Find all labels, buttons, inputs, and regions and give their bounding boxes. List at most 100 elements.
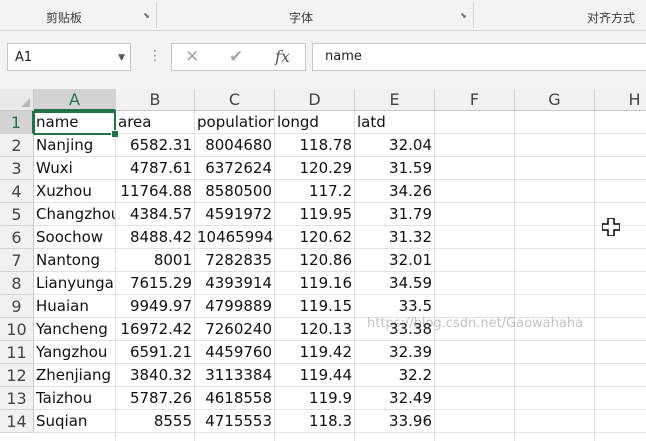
cell-b11[interactable]: 6591.21 [116,341,194,363]
cell-e3[interactable]: 31.59 [355,157,434,179]
cell-b3[interactable]: 4787.61 [116,157,194,179]
cell-d13[interactable]: 119.9 [275,387,354,409]
cell-a9[interactable]: Huaian [34,295,115,317]
cell-d11[interactable]: 119.42 [275,341,354,363]
row-header-5[interactable]: 5 [0,203,34,226]
cell-e5[interactable]: 31.79 [355,203,434,225]
select-all-button[interactable] [0,89,34,111]
dialog-launcher-icon[interactable]: ⬊ [142,11,151,20]
cell-c4[interactable]: 8580500 [195,180,274,202]
formula-input[interactable]: name [312,43,646,71]
cell-a11[interactable]: Yangzhou [34,341,115,363]
fill-handle[interactable] [111,130,119,138]
cell-b10[interactable]: 16972.42 [116,318,194,340]
column-header-d[interactable]: D [275,89,355,111]
column-header-b[interactable]: B [116,89,195,111]
spreadsheet-grid[interactable]: A B C D E F G H 1 2 3 4 5 6 7 8 9 10 11 12 13 14 name area popul… [0,89,646,441]
cell-c6[interactable]: 10465994 [195,226,274,248]
cell-d1[interactable]: longd [275,111,354,133]
cell-e11[interactable]: 32.39 [355,341,434,363]
row-header-14[interactable]: 14 [0,410,34,433]
cell-c14[interactable]: 4715553 [195,410,274,432]
cell-a13[interactable]: Taizhou [34,387,115,409]
cell-c8[interactable]: 4393914 [195,272,274,294]
cell-b5[interactable]: 4384.57 [116,203,194,225]
cell-a3[interactable]: Wuxi [34,157,115,179]
dialog-launcher-icon[interactable]: ⬊ [459,11,468,20]
cell-e2[interactable]: 32.04 [355,134,434,156]
row-header-11[interactable]: 11 [0,341,34,364]
cell-a7[interactable]: Nantong [34,249,115,271]
cell-a10[interactable]: Yancheng [34,318,115,340]
column-header-g[interactable]: G [515,89,595,111]
row-header-10[interactable]: 10 [0,318,34,341]
row-header-9[interactable]: 9 [0,295,34,318]
column-header-a[interactable]: A [34,89,116,111]
cell-b13[interactable]: 5787.26 [116,387,194,409]
cell-d6[interactable]: 120.62 [275,226,354,248]
cell-e7[interactable]: 32.01 [355,249,434,271]
cell-b7[interactable]: 8001 [116,249,194,271]
cell-c13[interactable]: 4618558 [195,387,274,409]
cell-a12[interactable]: Zhenjiang [34,364,115,386]
cell-c5[interactable]: 4591972 [195,203,274,225]
cell-c7[interactable]: 7282835 [195,249,274,271]
row-header-2[interactable]: 2 [0,134,34,157]
cell-c11[interactable]: 4459760 [195,341,274,363]
cell-c12[interactable]: 3113384 [195,364,274,386]
cell-d14[interactable]: 118.3 [275,410,354,432]
cell-d8[interactable]: 119.16 [275,272,354,294]
cell-d5[interactable]: 119.95 [275,203,354,225]
cell-d7[interactable]: 120.86 [275,249,354,271]
chevron-down-icon[interactable]: ▼ [118,53,125,63]
cell-b14[interactable]: 8555 [116,410,194,432]
row-header-4[interactable]: 4 [0,180,34,203]
row-header-13[interactable]: 13 [0,387,34,410]
insert-function-button[interactable]: fx [275,47,290,66]
cell-b9[interactable]: 9949.97 [116,295,194,317]
cell-e12[interactable]: 32.2 [355,364,434,386]
cell-c9[interactable]: 4799889 [195,295,274,317]
cell-b2[interactable]: 6582.31 [116,134,194,156]
resize-handle-icon[interactable]: ⋮ [148,49,162,63]
cell-e1[interactable]: latd [355,111,434,133]
cell-d2[interactable]: 118.78 [275,134,354,156]
cell-d4[interactable]: 117.2 [275,180,354,202]
cell-e13[interactable]: 32.49 [355,387,434,409]
cell-e4[interactable]: 34.26 [355,180,434,202]
row-header-1[interactable]: 1 [0,111,34,134]
cell-a4[interactable]: Xuzhou [34,180,115,202]
row-header-8[interactable]: 8 [0,272,34,295]
cell-a5[interactable]: Changzhou [34,203,115,225]
cell-d12[interactable]: 119.44 [275,364,354,386]
column-header-e[interactable]: E [355,89,435,111]
row-header-3[interactable]: 3 [0,157,34,180]
column-header-c[interactable]: C [195,89,275,111]
close-icon[interactable]: ✕ [185,47,199,67]
cell-d3[interactable]: 120.29 [275,157,354,179]
row-header-7[interactable]: 7 [0,249,34,272]
cell-c2[interactable]: 8004680 [195,134,274,156]
cell-e8[interactable]: 34.59 [355,272,434,294]
cell-b6[interactable]: 8488.42 [116,226,194,248]
cell-c10[interactable]: 7260240 [195,318,274,340]
cell-e6[interactable]: 31.32 [355,226,434,248]
row-header-12[interactable]: 12 [0,364,34,387]
cell-b8[interactable]: 7615.29 [116,272,194,294]
cell-c1[interactable]: population [195,111,274,133]
cell-a8[interactable]: Lianyungang [34,272,115,294]
cell-b12[interactable]: 3840.32 [116,364,194,386]
cell-b4[interactable]: 11764.88 [116,180,194,202]
cell-c3[interactable]: 6372624 [195,157,274,179]
column-header-h[interactable]: H [595,89,646,111]
cell-d10[interactable]: 120.13 [275,318,354,340]
cell-b1[interactable]: area [116,111,194,133]
row-header-6[interactable]: 6 [0,226,34,249]
cell-a2[interactable]: Nanjing [34,134,115,156]
column-header-f[interactable]: F [435,89,515,111]
cell-a6[interactable]: Soochow [34,226,115,248]
cell-e14[interactable]: 33.96 [355,410,434,432]
name-box[interactable]: A1 ▼ [7,43,131,71]
cell-d9[interactable]: 119.15 [275,295,354,317]
cell-e9[interactable]: 33.5 [355,295,434,317]
